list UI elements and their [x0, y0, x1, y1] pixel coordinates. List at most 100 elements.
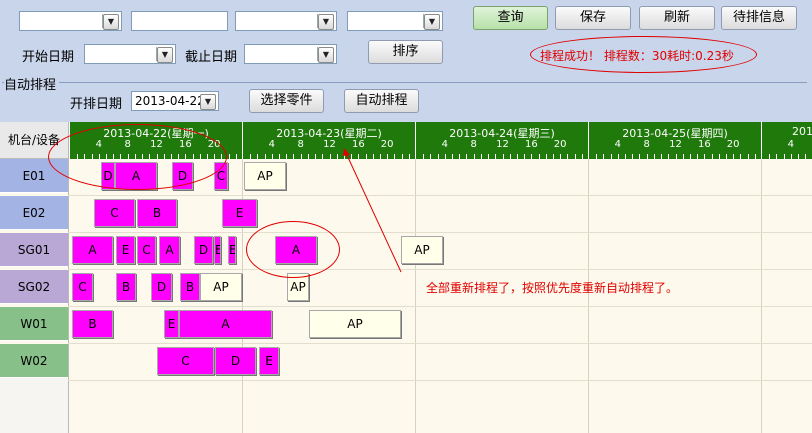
chevron-down-icon[interactable]: ▼: [103, 14, 119, 30]
day-gridline: [588, 159, 589, 433]
machine-label: SG01: [0, 233, 68, 267]
hour-tick: [661, 154, 663, 159]
chevron-down-icon[interactable]: ▼: [318, 14, 334, 30]
filter-combo-2[interactable]: ▼: [235, 11, 337, 31]
task-bar[interactable]: B: [137, 199, 177, 227]
hour-label: 20: [553, 139, 567, 150]
task-bar[interactable]: C: [157, 347, 214, 375]
hour-tick: [790, 154, 792, 159]
hour-tick: [639, 154, 641, 159]
row-divider: [68, 380, 812, 381]
hour-tick: [452, 154, 454, 159]
select-parts-button[interactable]: 选择零件: [249, 89, 324, 113]
hour-tick: [322, 154, 324, 159]
gantt-chart: 机台/设备 2013-04-22(星期一) 4 8 12 16 20 2013-04-2…: [0, 122, 812, 433]
filter-combo-3[interactable]: ▼: [347, 11, 443, 31]
filter-field-1[interactable]: [131, 11, 228, 31]
task-bar[interactable]: E: [116, 236, 135, 264]
chevron-down-icon[interactable]: ▼: [424, 14, 440, 30]
task-bar[interactable]: E: [214, 236, 221, 264]
hour-tick: [538, 154, 540, 159]
chevron-down-icon[interactable]: ▼: [200, 94, 216, 110]
hour-tick: [473, 154, 475, 159]
sort-button[interactable]: 排序: [368, 40, 443, 64]
task-bar[interactable]: E: [228, 236, 236, 264]
hour-tick: [502, 154, 504, 159]
save-button[interactable]: 保存: [555, 6, 631, 30]
task-bar[interactable]: D: [194, 236, 213, 264]
schedule-start-date-picker[interactable]: 2013-04-22 ▼: [131, 91, 219, 111]
task-bar[interactable]: A: [179, 310, 272, 338]
row-divider: [68, 269, 812, 270]
hour-tick: [653, 154, 655, 159]
task-bar[interactable]: A: [72, 236, 113, 264]
hour-tick: [250, 154, 252, 159]
hour-tick: [300, 154, 302, 159]
status-message: 排程成功！ 排程数：30耗时:0.23秒: [540, 49, 734, 63]
hour-tick: [228, 154, 230, 159]
auto-schedule-button[interactable]: 自动排程: [344, 89, 419, 113]
task-bar[interactable]: B: [180, 273, 200, 301]
task-bar[interactable]: B: [72, 310, 113, 338]
chevron-down-icon[interactable]: ▼: [157, 47, 173, 63]
task-bar[interactable]: E: [259, 347, 279, 375]
machine-label: W02: [0, 344, 68, 378]
hour-tick: [783, 154, 785, 159]
task-bar[interactable]: B: [116, 273, 136, 301]
hour-tick: [466, 154, 468, 159]
hour-tick: [675, 154, 677, 159]
machine-label: W01: [0, 307, 68, 341]
query-button[interactable]: 查询: [473, 6, 548, 30]
pending-info-button[interactable]: 待排信息: [721, 6, 797, 30]
hour-tick: [668, 154, 670, 159]
hour-tick: [625, 154, 627, 159]
hour-tick: [754, 154, 756, 159]
hour-label: 4: [268, 139, 276, 150]
task-bar[interactable]: D: [215, 347, 256, 375]
row-divider: [68, 195, 812, 196]
hour-tick: [697, 154, 699, 159]
hour-tick: [552, 154, 554, 159]
hour-label: 20: [726, 139, 740, 150]
task-bar[interactable]: AP: [200, 273, 242, 301]
end-date-label: 截止日期: [185, 50, 238, 65]
hour-tick: [307, 154, 309, 159]
timeline-day: 2013-04-26 48121620: [761, 122, 812, 159]
task-bar[interactable]: AP: [309, 310, 401, 338]
hour-tick: [444, 154, 446, 159]
hour-tick: [495, 154, 497, 159]
hour-label: 4: [787, 139, 795, 150]
hour-tick: [718, 154, 720, 159]
start-date-picker[interactable]: ▼: [84, 44, 176, 64]
timeline-day: 2013-04-24(星期三) 4 8 12 16 20: [415, 122, 588, 159]
hour-tick: [704, 154, 706, 159]
task-bar[interactable]: E: [222, 199, 257, 227]
task-bar[interactable]: C: [94, 199, 135, 227]
hour-tick: [596, 154, 598, 159]
refresh-button[interactable]: 刷新: [639, 6, 715, 30]
hour-tick: [776, 154, 778, 159]
hour-label: 8: [297, 139, 304, 150]
chevron-down-icon[interactable]: ▼: [318, 47, 334, 63]
filter-combo-1[interactable]: ▼: [19, 11, 122, 31]
hour-tick: [603, 154, 605, 159]
task-bar[interactable]: C: [72, 273, 93, 301]
task-bar[interactable]: C: [137, 236, 156, 264]
task-highlight-ellipse: [246, 221, 340, 278]
hour-tick: [567, 154, 569, 159]
task-bar[interactable]: A: [159, 236, 180, 264]
task-bar[interactable]: E: [164, 310, 179, 338]
hour-tick: [632, 154, 634, 159]
task-bar[interactable]: AP: [244, 162, 286, 190]
row-divider: [68, 232, 812, 233]
auto-schedule-section-title: 自动排程: [4, 74, 60, 93]
end-date-picker[interactable]: ▼: [244, 44, 337, 64]
hour-label: 16: [524, 139, 538, 150]
hour-tick: [733, 154, 735, 159]
hour-tick: [682, 154, 684, 159]
hour-tick: [560, 154, 562, 159]
hour-tick: [610, 154, 612, 159]
task-bar[interactable]: D: [151, 273, 172, 301]
hour-tick: [423, 154, 425, 159]
machine-label: E02: [0, 196, 68, 230]
